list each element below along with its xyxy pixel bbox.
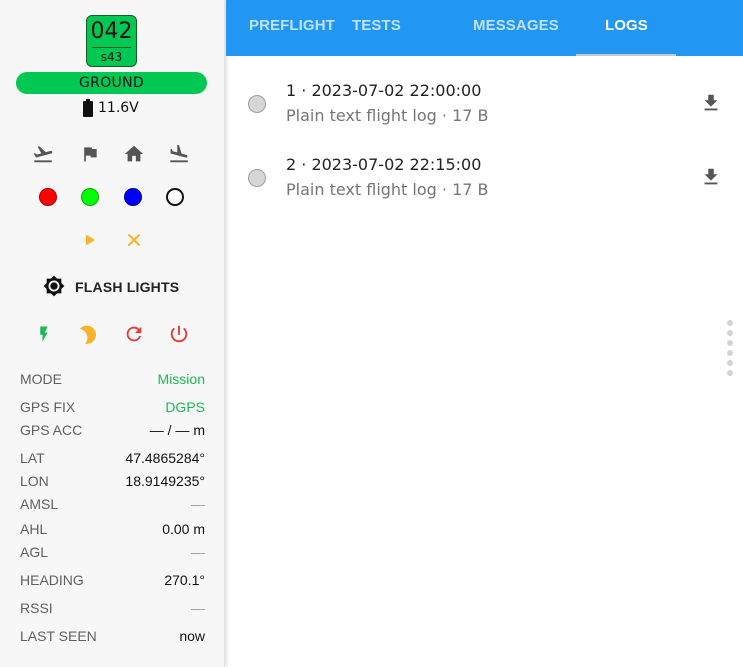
land-icon[interactable]	[166, 141, 192, 167]
stat-label: RSSI	[20, 600, 53, 616]
blue-light-icon[interactable]	[120, 184, 146, 210]
stat-gps-acc: GPS ACC — / — m	[20, 419, 205, 441]
stat-value: —	[191, 496, 205, 512]
stat-value: —	[191, 600, 205, 616]
log-title: 2 · 2023-07-02 22:15:00	[286, 155, 482, 174]
command-button-row	[0, 141, 225, 167]
flag-icon[interactable]	[77, 141, 103, 167]
play-icon[interactable]	[77, 227, 103, 253]
log-list-item[interactable]: 1 · 2023-07-02 22:00:00 Plain text fligh…	[226, 76, 743, 136]
uav-sub-id: s43	[92, 47, 131, 64]
stat-label: LAT	[20, 450, 45, 466]
log-select-radio[interactable]	[248, 169, 266, 187]
stat-label: AMSL	[20, 496, 59, 512]
stat-label: MODE	[20, 371, 62, 387]
battery-icon	[83, 99, 93, 117]
brightness-icon	[43, 275, 65, 300]
stat-value: 18.9149235°	[125, 473, 205, 489]
log-subtitle: Plain text flight log · 17 B	[286, 106, 489, 125]
stat-value: 270.1°	[164, 572, 205, 588]
download-icon[interactable]	[700, 91, 722, 115]
light-program-row	[0, 227, 225, 253]
stat-lat: LAT 47.4865284°	[20, 447, 205, 469]
stat-label: AHL	[20, 521, 48, 537]
log-title: 1 · 2023-07-02 22:00:00	[286, 81, 482, 100]
uav-details-sidebar: 042 s43 GROUND 11.6V FLASH LIGHTS MODE M…	[0, 0, 225, 667]
stat-value: DGPS	[165, 399, 205, 415]
panel-resize-handle[interactable]	[727, 320, 733, 380]
power-off-icon[interactable]	[166, 321, 192, 347]
active-tab-indicator	[576, 54, 676, 56]
stat-label: LON	[20, 473, 49, 489]
stat-value: Mission	[157, 371, 205, 387]
stat-value: — / — m	[149, 422, 205, 438]
motor-on-icon[interactable]	[31, 321, 57, 347]
details-tab-bar: PREFLIGHT TESTS MESSAGES LOGS	[226, 0, 743, 56]
stat-lon: LON 18.9149235°	[20, 470, 205, 492]
stat-value: now	[179, 628, 205, 644]
stat-label: GPS ACC	[20, 422, 83, 438]
stat-rssi: RSSI —	[20, 597, 205, 619]
takeoff-icon[interactable]	[30, 141, 56, 167]
green-light-icon[interactable]	[77, 184, 103, 210]
stat-label: AGL	[20, 544, 49, 560]
uav-status-badge: GROUND	[16, 72, 207, 94]
tab-messages[interactable]: MESSAGES	[473, 0, 559, 56]
tab-logs[interactable]: LOGS	[605, 0, 648, 56]
stat-agl: AGL —	[20, 541, 205, 563]
home-icon[interactable]	[121, 141, 147, 167]
uav-id-badge: 042 s43	[86, 15, 137, 67]
sleep-icon[interactable]	[76, 321, 102, 347]
uav-id: 042	[90, 19, 133, 44]
stat-value: 47.4865284°	[125, 450, 205, 466]
stat-gps-fix: GPS FIX DGPS	[20, 396, 205, 418]
log-list-item[interactable]: 2 · 2023-07-02 22:15:00 Plain text fligh…	[226, 150, 743, 210]
close-icon[interactable]	[121, 227, 147, 253]
stat-last-seen: LAST SEEN now	[20, 625, 205, 647]
log-select-radio[interactable]	[248, 95, 266, 113]
download-icon[interactable]	[700, 165, 722, 189]
reset-icon[interactable]	[121, 321, 147, 347]
flash-lights-label: FLASH LIGHTS	[75, 279, 180, 295]
tab-tests[interactable]: TESTS	[352, 0, 401, 56]
power-button-row	[0, 321, 225, 347]
stat-label: HEADING	[20, 572, 84, 588]
stat-mode: MODE Mission	[20, 368, 205, 390]
stat-label: LAST SEEN	[20, 628, 97, 644]
stat-value: —	[191, 544, 205, 560]
light-color-row	[0, 184, 225, 210]
stat-ahl: AHL 0.00 m	[20, 518, 205, 540]
battery-indicator: 11.6V	[83, 97, 139, 119]
stat-amsl: AMSL —	[20, 493, 205, 515]
off-light-icon[interactable]	[162, 184, 188, 210]
stat-label: GPS FIX	[20, 399, 76, 415]
stat-heading: HEADING 270.1°	[20, 569, 205, 591]
stat-value: 0.00 m	[162, 521, 205, 537]
battery-voltage: 11.6V	[98, 100, 139, 116]
log-subtitle: Plain text flight log · 17 B	[286, 180, 489, 199]
tab-preflight[interactable]: PREFLIGHT	[249, 0, 335, 56]
red-light-icon[interactable]	[35, 184, 61, 210]
flash-lights-button[interactable]: FLASH LIGHTS	[43, 274, 179, 300]
